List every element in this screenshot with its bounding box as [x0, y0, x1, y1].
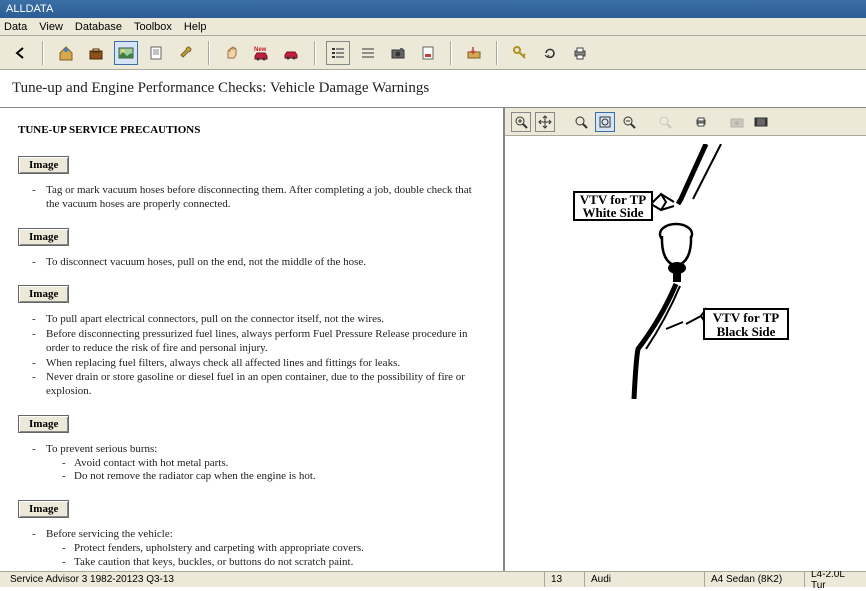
new-car-icon[interactable]: New [250, 41, 274, 65]
toolbar-separator [450, 41, 452, 65]
list-item: To prevent serious burns: Avoid contact … [30, 443, 485, 484]
car-icon[interactable] [280, 41, 304, 65]
list-item: Tag or mark vacuum hoses before disconne… [30, 184, 485, 212]
toolbar-separator [208, 41, 210, 65]
sub-list: Avoid contact with hot metal parts. Do n… [60, 457, 485, 485]
list-item: Before disconnecting pressurized fuel li… [30, 328, 485, 356]
svg-text:VTV for TP: VTV for TP [712, 310, 779, 325]
toolbar-separator [42, 41, 44, 65]
precaution-list: To disconnect vacuum hoses, pull on the … [30, 256, 485, 270]
menu-view[interactable]: View [39, 21, 63, 33]
list-item: To pull apart electrical connectors, pul… [30, 313, 485, 327]
image-button[interactable]: Image [18, 156, 69, 174]
list-item-text: Before servicing the vehicle: [46, 528, 173, 540]
inbox-icon[interactable] [462, 41, 486, 65]
sub-list: Protect fenders, upholstery and carpetin… [60, 542, 485, 570]
image-button[interactable]: Image [18, 500, 69, 518]
back-button[interactable] [8, 41, 32, 65]
home-icon[interactable] [54, 41, 78, 65]
list-item: To disconnect vacuum hoses, pull on the … [30, 256, 485, 270]
photo-icon[interactable] [114, 41, 138, 65]
precaution-list: Before servicing the vehicle: Protect fe… [30, 528, 485, 569]
list-item: Protect fenders, upholstery and carpetin… [60, 542, 485, 556]
precaution-list: Tag or mark vacuum hoses before disconne… [30, 184, 485, 212]
svg-text:Black Side: Black Side [716, 324, 775, 339]
list-item: Do not remove the radiator cap when the … [60, 470, 485, 484]
window-title-bar: ALLDATA [0, 0, 866, 18]
vtv-diagram: VTV for TP White Side VTV for TP Black S… [566, 144, 806, 399]
menu-data[interactable]: Data [4, 21, 27, 33]
zoom-fit-icon[interactable] [595, 112, 615, 132]
precaution-list: To prevent serious burns: Avoid contact … [30, 443, 485, 484]
status-model: A4 Sedan (8K2) [704, 572, 804, 587]
list-item: Before servicing the vehicle: Protect fe… [30, 528, 485, 569]
hand-icon[interactable] [220, 41, 244, 65]
camera-diagram-icon[interactable] [727, 112, 747, 132]
status-bar: Service Advisor 3 1982-20123 Q3-13 13 Au… [0, 571, 866, 587]
toolbar-separator [314, 41, 316, 65]
list-item: Avoid contact with hot metal parts. [60, 457, 485, 471]
list-item: Never drain or store gasoline or diesel … [30, 371, 485, 399]
zoom-in-icon[interactable] [511, 112, 531, 132]
list-item-text: To prevent serious burns: [46, 443, 157, 455]
svg-text:White Side: White Side [582, 205, 643, 220]
toolbar-separator [496, 41, 498, 65]
menu-help[interactable]: Help [184, 21, 207, 33]
article-pane: TUNE-UP SERVICE PRECAUTIONS Image Tag or… [0, 108, 505, 571]
zoom-area-icon[interactable] [571, 112, 591, 132]
briefcase-icon[interactable] [84, 41, 108, 65]
key-icon[interactable] [508, 41, 532, 65]
svg-text:New: New [254, 47, 267, 53]
list-item: Take caution that keys, buckles, or butt… [60, 556, 485, 570]
list-icon[interactable] [326, 41, 350, 65]
refresh-icon[interactable] [538, 41, 562, 65]
page-icon[interactable] [416, 41, 440, 65]
print-diagram-icon[interactable] [691, 112, 711, 132]
list-item: When replacing fuel filters, always chec… [30, 357, 485, 371]
image-pane: VTV for TP White Side VTV for TP Black S… [505, 108, 866, 571]
pan-icon[interactable] [535, 112, 555, 132]
wrench-icon[interactable] [174, 41, 198, 65]
menu-toolbox[interactable]: Toolbox [134, 21, 172, 33]
image-button[interactable]: Image [18, 228, 69, 246]
image-toolbar [505, 108, 866, 136]
print-icon[interactable] [568, 41, 592, 65]
status-engine: L4-2.0L Tur [804, 572, 862, 587]
page-title: Tune-up and Engine Performance Checks: V… [0, 70, 866, 108]
menu-bar: Data View Database Toolbox Help [0, 18, 866, 36]
lines-icon[interactable] [356, 41, 380, 65]
film-icon[interactable] [751, 112, 771, 132]
camera-icon[interactable] [386, 41, 410, 65]
app-title: ALLDATA [6, 3, 53, 15]
status-version: Service Advisor 3 1982-20123 Q3-13 [4, 572, 544, 587]
zoom-100-icon[interactable] [619, 112, 639, 132]
page-title-text: Tune-up and Engine Performance Checks: V… [12, 80, 429, 96]
precaution-list: To pull apart electrical connectors, pul… [30, 313, 485, 399]
main-toolbar: New [0, 36, 866, 70]
article-heading: TUNE-UP SERVICE PRECAUTIONS [18, 124, 485, 136]
zoom-out-icon[interactable] [655, 112, 675, 132]
status-make: Audi [584, 572, 704, 587]
menu-database[interactable]: Database [75, 21, 122, 33]
diagram-viewport[interactable]: VTV for TP White Side VTV for TP Black S… [505, 136, 866, 571]
document-icon[interactable] [144, 41, 168, 65]
status-page: 13 [544, 572, 584, 587]
content-area: TUNE-UP SERVICE PRECAUTIONS Image Tag or… [0, 108, 866, 571]
image-button[interactable]: Image [18, 415, 69, 433]
image-button[interactable]: Image [18, 285, 69, 303]
